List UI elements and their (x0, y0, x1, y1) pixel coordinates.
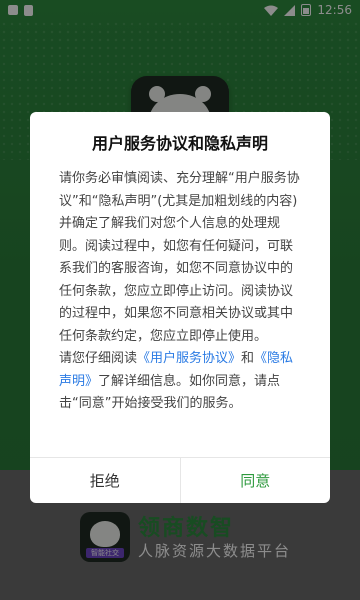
agree-button[interactable]: 同意 (181, 458, 331, 503)
service-agreement-link[interactable]: 《用户服务协议》 (137, 351, 241, 366)
reject-button[interactable]: 拒绝 (30, 458, 181, 503)
dialog-title: 用户服务协议和隐私声明 (91, 134, 268, 153)
agreement-intro-text: 请你务必审慎阅读、充分理解“用户服务协议”和“隐私声明”(尤其是加粗划线的内容)… (59, 171, 300, 344)
dialog-body: 请你务必审慎阅读、充分理解“用户服务协议”和“隐私声明”(尤其是加粗划线的内容)… (59, 168, 305, 416)
dialog-buttons: 拒绝 同意 (30, 457, 330, 503)
privacy-dialog: 用户服务协议和隐私声明 请你务必审慎阅读、充分理解“用户服务协议”和“隐私声明”… (30, 112, 330, 503)
read-prefix-text: 请您仔细阅读 (59, 351, 138, 366)
and-text: 和 (241, 351, 255, 366)
